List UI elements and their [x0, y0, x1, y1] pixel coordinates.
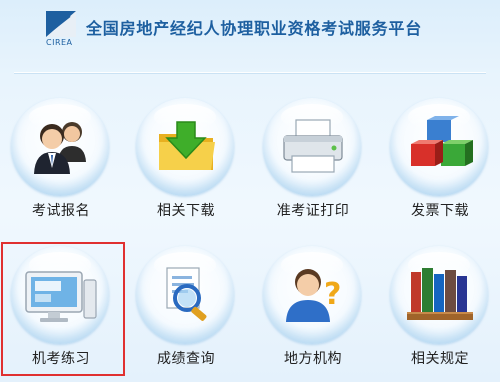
document-search-icon: [166, 267, 207, 321]
books-icon: [407, 268, 473, 320]
tile-label: 准考证打印: [276, 203, 350, 219]
tile-label: 地方机构: [284, 351, 342, 367]
tile-label: 相关下载: [157, 203, 215, 219]
tile-related-regulations[interactable]: 相关规定: [385, 246, 495, 367]
svg-text:?: ?: [324, 277, 341, 312]
users-icon: [34, 122, 86, 174]
printer-icon: [283, 119, 343, 173]
header: CIREA 全国房地产经纪人协理职业资格考试服务平台: [0, 0, 500, 60]
tile-admission-ticket-print[interactable]: 准考证打印: [258, 98, 368, 219]
tile-local-institutions[interactable]: ? 地方机构: [258, 246, 368, 367]
selection-highlight: [1, 242, 125, 376]
header-divider: [14, 72, 486, 73]
tile-score-inquiry[interactable]: 成绩查询: [131, 246, 241, 367]
tile-label: 成绩查询: [157, 351, 215, 367]
cirea-logo: CIREA: [46, 11, 82, 51]
tile-label: 发票下载: [411, 203, 469, 219]
tile-label: 考试报名: [32, 203, 90, 219]
user-question-icon: ?: [286, 269, 341, 322]
logo-mark-icon: [46, 11, 76, 37]
download-folder-icon: [159, 121, 215, 170]
tile-invoice-download[interactable]: 发票下载: [385, 98, 495, 219]
logo-text: CIREA: [46, 38, 73, 47]
tile-related-downloads[interactable]: 相关下载: [131, 98, 241, 219]
cubes-icon: [411, 116, 473, 166]
tile-exam-registration[interactable]: 考试报名: [6, 98, 116, 219]
page-title: 全国房地产经纪人协理职业资格考试服务平台: [86, 19, 423, 38]
tile-label: 相关规定: [411, 351, 469, 367]
